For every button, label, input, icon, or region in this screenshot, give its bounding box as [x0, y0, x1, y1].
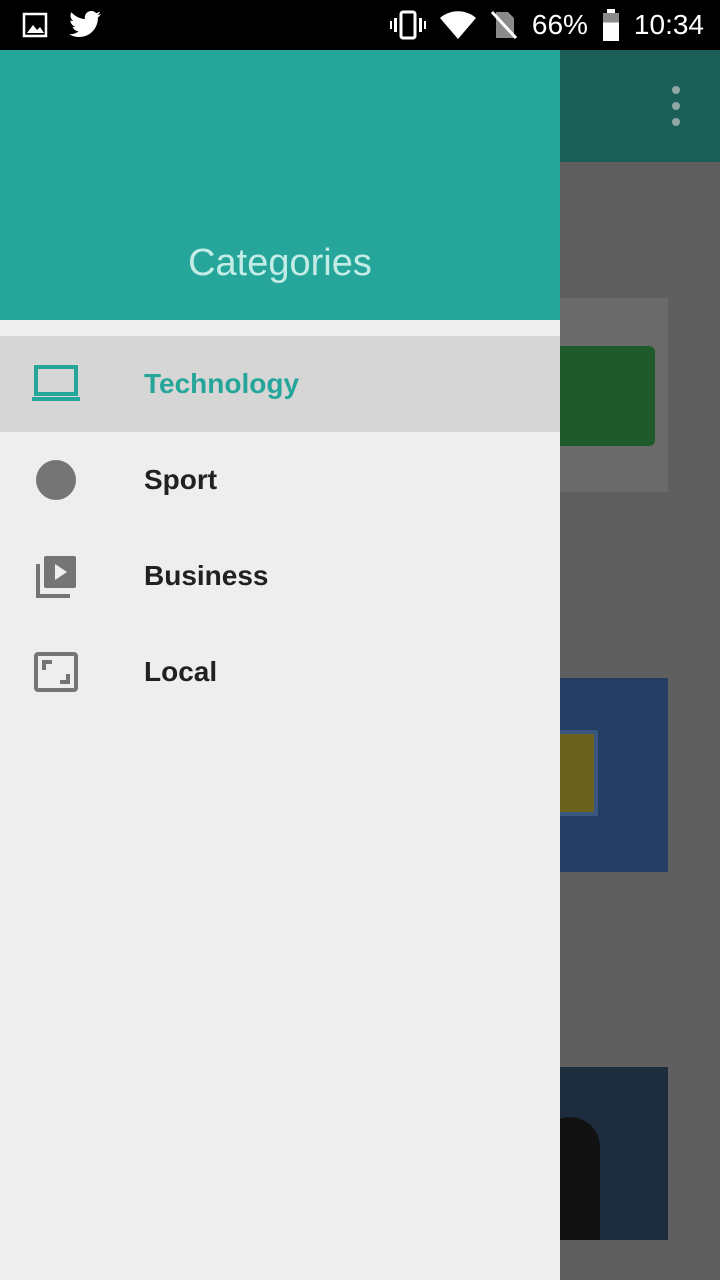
drawer-item-local[interactable]: Local — [0, 624, 560, 720]
video-library-icon — [36, 556, 76, 598]
crop-free-icon — [34, 652, 78, 692]
drawer-item-label: Business — [144, 560, 269, 591]
clock: 10:34 — [633, 9, 704, 40]
image-icon — [22, 12, 48, 38]
navigation-drawer: Categories Technology Sport Business Loc… — [0, 50, 560, 1280]
circle-icon — [36, 460, 76, 500]
drawer-item-business[interactable]: Business — [0, 528, 560, 624]
drawer-header: Categories — [0, 50, 560, 320]
more-vert-icon[interactable] — [664, 86, 688, 126]
drawer-item-label: Sport — [144, 464, 218, 495]
status-bar: 66% 10:34 — [0, 0, 720, 50]
drawer-title: Categories — [188, 242, 372, 284]
drawer-item-technology[interactable]: Technology — [0, 336, 560, 432]
twitter-icon — [69, 11, 101, 37]
no-sim-icon — [490, 10, 517, 40]
status-icons: 66% 10:34 — [389, 0, 704, 50]
vibrate-icon — [389, 10, 426, 40]
laptop-icon — [32, 365, 80, 401]
battery-icon — [602, 9, 619, 41]
drawer-item-sport[interactable]: Sport — [0, 432, 560, 528]
wifi-icon — [439, 11, 476, 39]
drawer-item-label: Local — [144, 656, 218, 687]
drawer-item-label: Technology — [144, 368, 300, 399]
battery-percent: 66% — [531, 9, 588, 40]
drawer-menu: Technology Sport Business Local — [0, 336, 560, 720]
